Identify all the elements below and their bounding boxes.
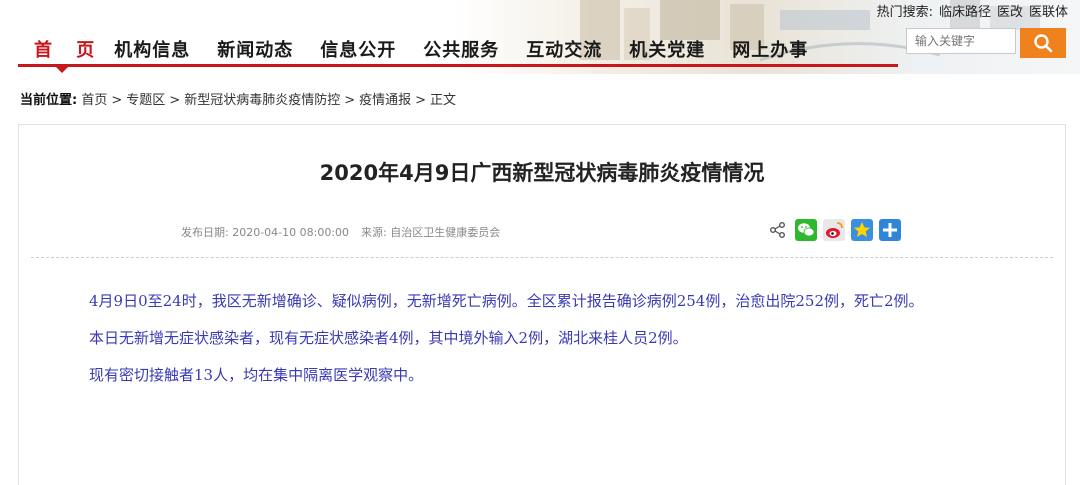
breadcrumb-item-covid-prevention[interactable]: 新型冠状病毒肺炎疫情防控: [184, 93, 340, 108]
breadcrumb-separator: >: [344, 93, 356, 108]
hot-search-label: 热门搜索:: [876, 5, 933, 20]
wechat-icon[interactable]: [795, 219, 817, 241]
nav-item-party-building[interactable]: 机关党建: [629, 36, 705, 62]
source-label: 来源:: [361, 226, 387, 239]
breadcrumb-item-article: 正文: [430, 93, 457, 108]
site-header: 热门搜索: 临床路径 医改 医联体 首 页 机构信息 新闻动态 信息公开 公共服务 互…: [0, 0, 1080, 74]
more-share-icon[interactable]: [879, 219, 901, 241]
weibo-icon[interactable]: [823, 219, 845, 241]
hot-search-link[interactable]: 医改: [997, 5, 1023, 20]
source-name: 自治区卫生健康委员会: [390, 226, 501, 239]
breadcrumb-item-home[interactable]: 首页: [81, 93, 107, 108]
nav-item-interaction[interactable]: 互动交流: [526, 36, 602, 62]
breadcrumb: 当前位置: 首页 > 专题区 > 新型冠状病毒肺炎疫情防控 > 疫情通报 > 正文: [20, 89, 456, 108]
breadcrumb-item-special-zone[interactable]: 专题区: [126, 93, 165, 108]
nav-underline: [18, 64, 898, 67]
publish-date-label: 发布日期:: [181, 226, 229, 239]
hot-search-bar: 热门搜索: 临床路径 医改 医联体: [877, 1, 1068, 20]
hot-search-link[interactable]: 医联体: [1029, 5, 1068, 20]
article-paragraph: 本日无新增无症状感染者，现有无症状感染者4例，其中境外输入2例，湖北来桂人员2例…: [89, 329, 688, 347]
breadcrumb-separator: >: [169, 93, 181, 108]
article-panel: 2020年4月9日广西新型冠状病毒肺炎疫情情况 发布日期: 2020-04-10…: [18, 124, 1066, 485]
nav-item-institution-info[interactable]: 机构信息: [114, 36, 190, 62]
nav-item-public-service[interactable]: 公共服务: [423, 36, 499, 62]
breadcrumb-separator: >: [111, 93, 123, 108]
article-body: 4月9日0至24时，我区无新增确诊、疑似病例，无新增死亡病例。全区累计报告确诊病…: [53, 283, 1043, 394]
qzone-icon[interactable]: [851, 219, 873, 241]
breadcrumb-label: 当前位置:: [20, 93, 78, 108]
search-icon: [1034, 34, 1053, 53]
publish-date: 2020-04-10 08:00:00: [232, 226, 350, 239]
search-input[interactable]: [906, 28, 1016, 54]
breadcrumb-separator: >: [415, 93, 427, 108]
share-icon[interactable]: [767, 219, 789, 241]
article-title: 2020年4月9日广西新型冠状病毒肺炎疫情情况: [319, 161, 765, 185]
nav-item-public-info[interactable]: 信息公开: [320, 36, 396, 62]
hot-search-link[interactable]: 临床路径: [939, 5, 991, 20]
nav-item-news[interactable]: 新闻动态: [217, 36, 293, 62]
main-nav: 首 页 机构信息 新闻动态 信息公开 公共服务 互动交流 机关党建 网上办事: [20, 36, 835, 62]
breadcrumb-item-epidemic-report[interactable]: 疫情通报: [359, 93, 411, 108]
article-meta: 发布日期: 2020-04-10 08:00:00 来源: 自治区卫生健康委员会: [181, 224, 500, 240]
content-divider: [31, 257, 1053, 258]
nav-item-home[interactable]: 首 页: [34, 36, 103, 62]
search-button[interactable]: [1020, 28, 1066, 58]
nav-item-online-services[interactable]: 网上办事: [732, 36, 808, 62]
active-nav-pointer: [55, 66, 69, 73]
article-paragraph: 现有密切接触者13人，均在集中隔离医学观察中。: [89, 366, 424, 384]
share-bar: [767, 219, 907, 241]
article-paragraph: 4月9日0至24时，我区无新增确诊、疑似病例，无新增死亡病例。全区累计报告确诊病…: [89, 292, 924, 310]
